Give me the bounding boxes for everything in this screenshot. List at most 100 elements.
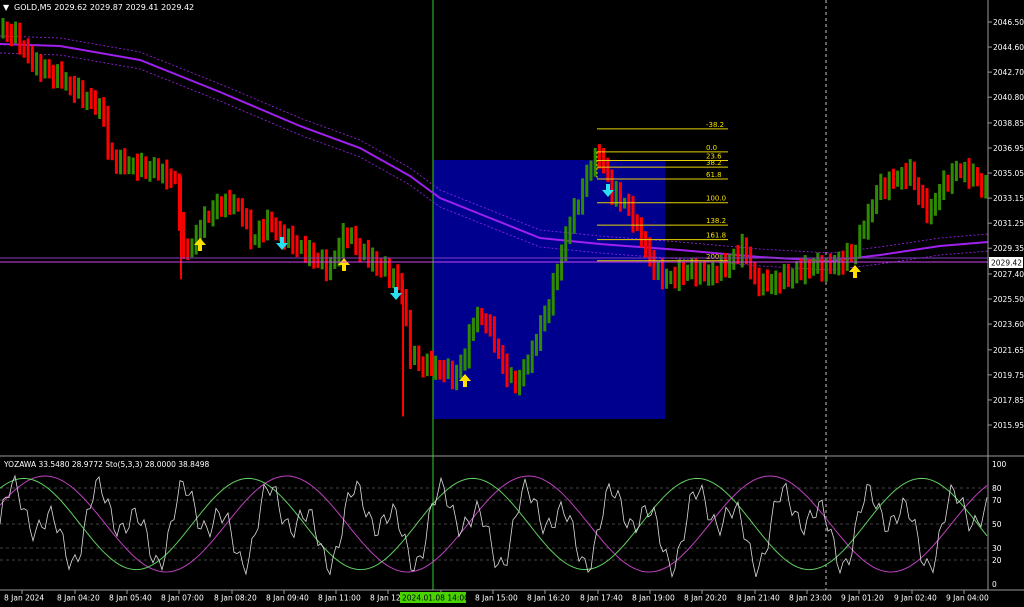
trading-chart[interactable]: -38.20.023.638.261.8100.0138.2161.8200 ▼…: [0, 0, 1024, 607]
price-bar: [576, 199, 580, 215]
price-bar: [715, 265, 719, 284]
price-bar: [639, 217, 643, 248]
price-bar: [446, 358, 450, 379]
price-bar: [488, 314, 492, 337]
price-bar: [770, 273, 774, 295]
crosshair-time-label: 2024.01.08 14:00: [402, 594, 469, 603]
price-tick-label: 2040.80: [993, 93, 1024, 102]
price-bar: [161, 163, 165, 184]
price-bar: [891, 168, 895, 189]
price-bar: [711, 261, 715, 286]
price-bar: [140, 152, 144, 178]
price-bar: [123, 148, 127, 175]
price-bar: [180, 176, 182, 280]
symbol-menu-icon[interactable]: ▼: [3, 3, 10, 12]
price-bar: [350, 227, 354, 245]
price-tick-label: 2033.15: [993, 194, 1024, 203]
price-bar: [480, 308, 484, 326]
price-bar: [22, 40, 26, 58]
time-tick-label: 8 Jan 2024: [4, 594, 44, 603]
price-bar: [887, 171, 891, 201]
price-bar: [156, 158, 160, 181]
price-bar: [358, 238, 362, 263]
price-bar: [547, 299, 551, 324]
indicator-tick-label: 20: [992, 556, 1002, 565]
price-bar: [513, 370, 517, 394]
price-bar: [274, 217, 278, 241]
price-bar: [795, 261, 799, 284]
price-bar: [492, 316, 496, 353]
price-tick-label: 2035.05: [993, 169, 1024, 178]
price-bar: [761, 273, 765, 296]
price-bar: [39, 54, 43, 82]
price-bar: [18, 22, 22, 55]
time-tick-label: 9 Jan 02:40: [894, 594, 937, 603]
price-bar: [837, 251, 841, 276]
indicator-caption: YOZAWA 33.5480 28.9772 Sto(5,3,3) 28.000…: [3, 460, 210, 469]
price-bar: [329, 257, 333, 281]
price-bar: [60, 61, 64, 89]
indicator-tick-label: 50: [992, 520, 1002, 529]
price-bar: [631, 196, 635, 233]
indicator-tick-label: 0: [992, 580, 997, 589]
price-bar: [484, 313, 488, 334]
price-bar: [753, 262, 757, 285]
price-bar: [845, 242, 849, 271]
price-bar: [169, 168, 173, 188]
price-bar: [375, 251, 379, 276]
price-bar: [522, 359, 526, 387]
price-tick-label: 2044.60: [993, 43, 1024, 52]
price-bar: [404, 288, 408, 327]
price-bar: [30, 45, 34, 72]
price-bar: [933, 193, 937, 216]
price-bar: [320, 249, 324, 270]
price-bar: [392, 268, 396, 289]
price-tick-label: 2042.70: [993, 68, 1024, 77]
price-bar: [85, 91, 89, 110]
price-bar: [858, 224, 862, 259]
price-bar: [917, 177, 921, 205]
price-bar: [228, 189, 232, 215]
price-bar: [929, 198, 933, 225]
price-tick-label: 2046.50: [993, 18, 1024, 27]
current-price-label: 2029.42: [991, 259, 1022, 268]
price-bar: [828, 253, 832, 274]
price-bar: [564, 226, 568, 262]
price-bar: [366, 239, 370, 268]
price-bar: [232, 194, 236, 215]
price-bar: [135, 153, 139, 181]
price-bar: [581, 178, 585, 215]
price-bar: [257, 220, 261, 248]
price-bar: [303, 235, 307, 263]
price-bar: [660, 258, 664, 290]
price-bar: [593, 147, 597, 177]
time-axis[interactable]: 8 Jan 2024 8 Jan 04:20 8 Jan 05:40 8 Jan 07…: [4, 590, 989, 603]
price-bar: [543, 305, 547, 332]
indicator-tick-label: 80: [992, 484, 1002, 493]
price-bar: [597, 144, 601, 169]
price-bar: [211, 200, 215, 227]
price-bar: [518, 369, 522, 396]
price-bar: [656, 261, 660, 281]
price-bar: [555, 263, 559, 291]
price-bar: [47, 59, 51, 79]
price-bar: [459, 354, 463, 379]
price-bar: [925, 188, 929, 224]
time-tick-label: 9 Jan 01:20: [841, 594, 884, 603]
price-bar: [215, 193, 219, 220]
price-bar: [9, 23, 13, 47]
time-tick-label: 8 Jan 16:20: [527, 594, 570, 603]
price-bar: [971, 163, 975, 187]
price-bar: [312, 242, 316, 269]
price-bar: [383, 256, 387, 277]
price-bar: [782, 263, 786, 290]
price-bar: [194, 224, 198, 255]
price-bar: [402, 279, 404, 417]
price-bar: [866, 203, 870, 240]
price-bar: [203, 206, 207, 238]
price-bar: [173, 170, 177, 185]
time-tick-label: 8 Jan 15:00: [475, 594, 518, 603]
price-bar: [14, 21, 18, 44]
price-bar: [413, 345, 417, 366]
price-tick-label: 2021.65: [993, 346, 1024, 355]
